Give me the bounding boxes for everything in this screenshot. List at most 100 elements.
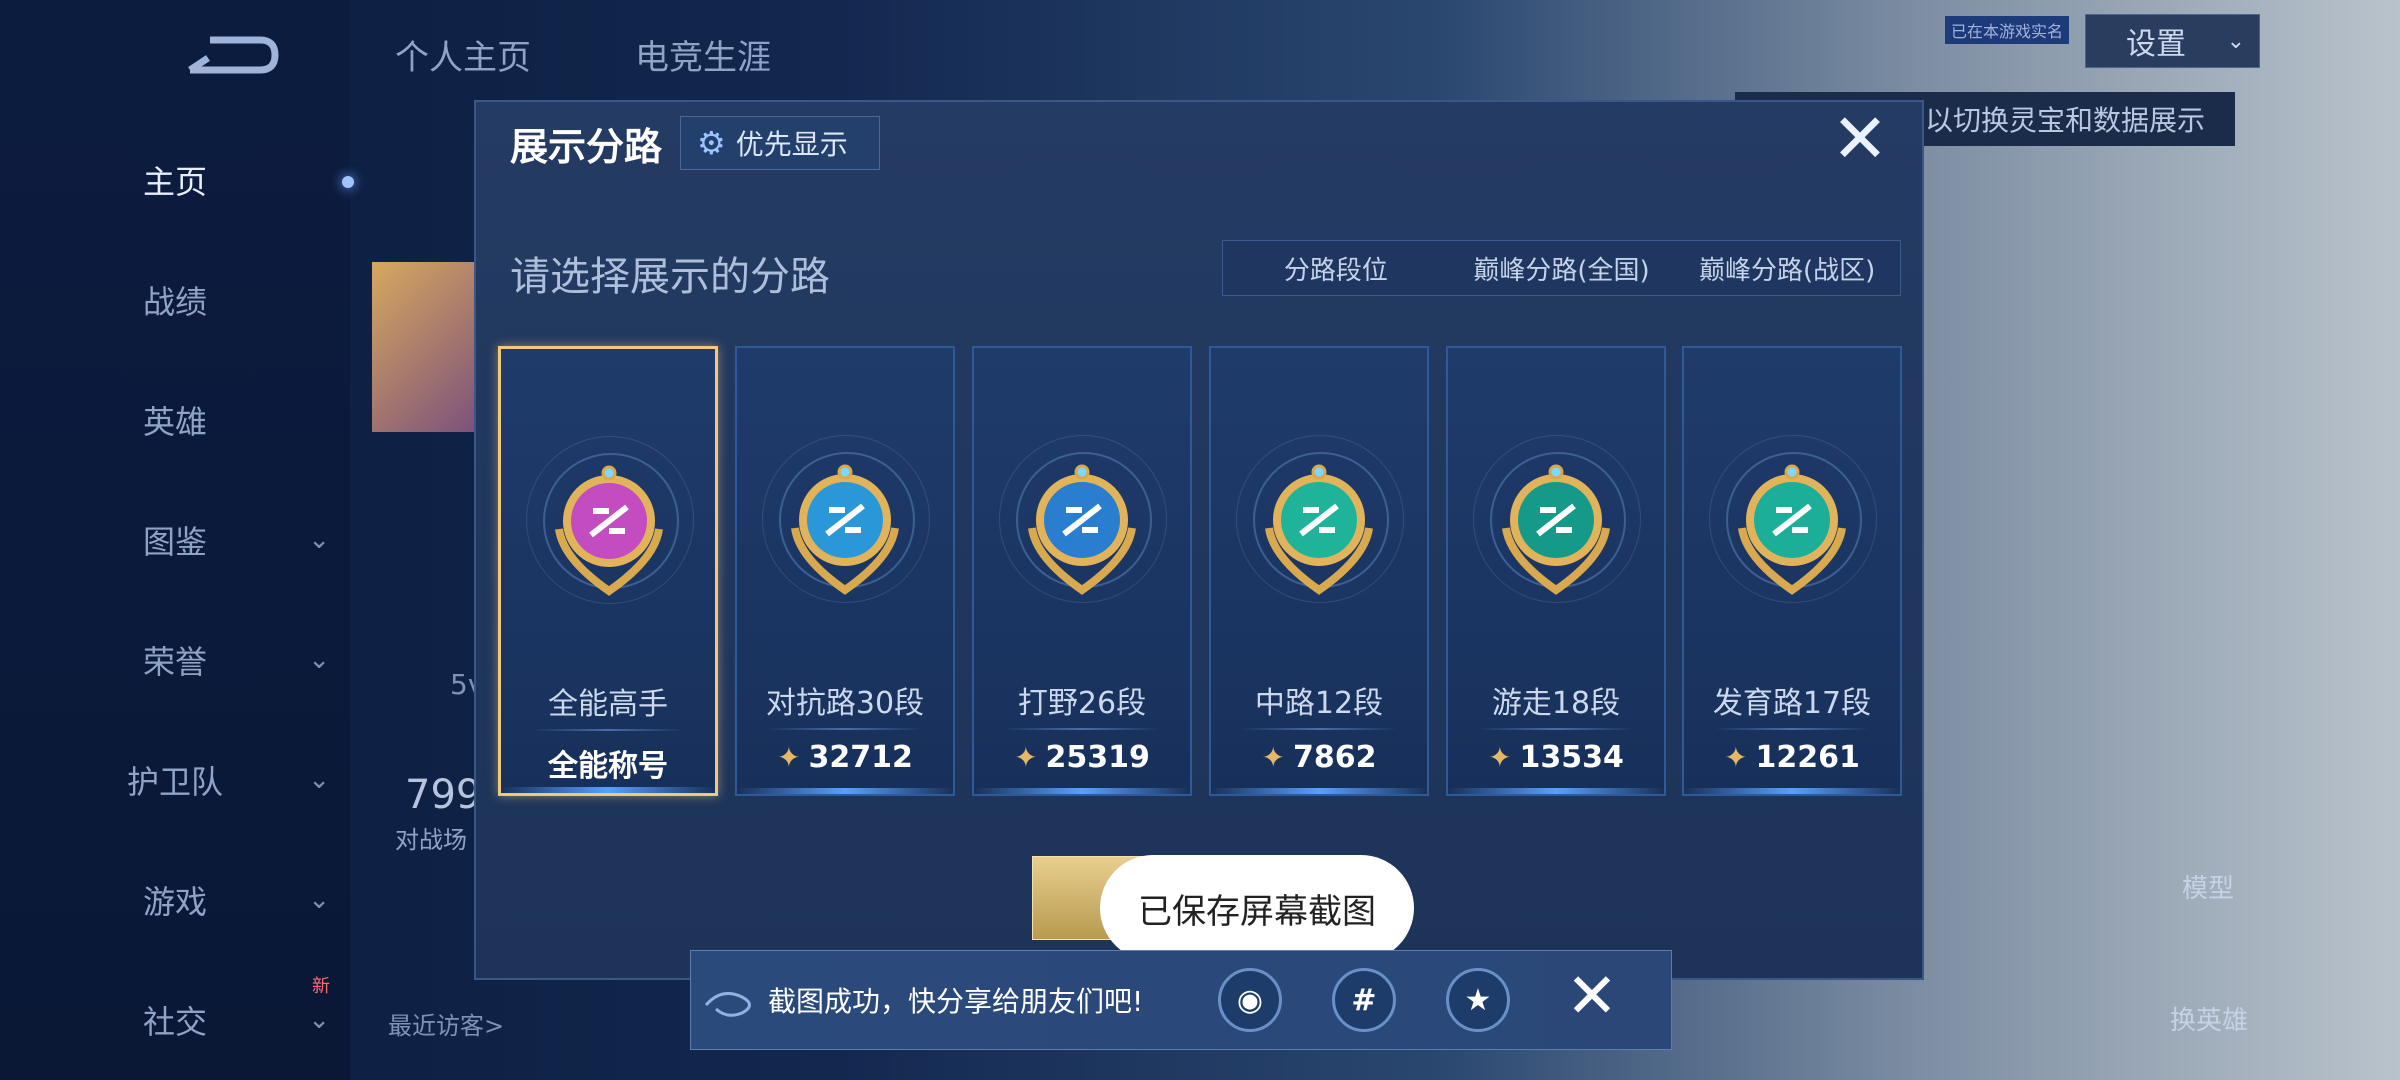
lane-label: 游走18段 [1491,686,1621,721]
priority-display-button[interactable]: ⚙ 优先显示 [680,116,880,170]
tab-personal[interactable]: 个人主页 [395,30,531,79]
score-value: 13534 [1519,740,1624,775]
sidebar-item-label: 战绩 [142,283,207,321]
lane-tabs: 分路段位 巅峰分路(全国) 巅峰分路(战区) [1222,240,1901,296]
qq-icon[interactable]: ◉ [1218,968,1282,1032]
score-value: 7862 [1292,740,1377,775]
divider [1714,728,1870,730]
wechat-moments-icon[interactable]: # [1332,968,1396,1032]
card-glow [974,788,1190,794]
sidebar-item-label: 荣誉 [142,643,207,681]
card-glow [1684,788,1900,794]
score-value: 12261 [1755,740,1860,775]
divider [1004,728,1160,730]
back-arrow-icon[interactable] [180,30,280,80]
rank-badge-icon [791,464,899,595]
gear-icon: ⚙ [697,124,726,162]
lane-label: 全能高手 [548,687,668,722]
lane-card[interactable]: 游走18段 ✦ 13534 [1446,346,1666,796]
share-text: 截图成功，快分享给朋友们吧! [768,985,1144,1018]
modal-title: 展示分路 [510,125,663,169]
sidebar-item-1[interactable]: 战绩 [0,265,350,335]
sidebar-item-5[interactable]: 护卫队 ⌄ [0,745,350,815]
card-glow [501,787,715,793]
new-badge: 新 [312,976,330,997]
sidebar-item-3[interactable]: 图鉴 ⌄ [0,505,350,575]
score-value: 32712 [808,740,913,775]
score-value: 全能称号 [548,749,668,784]
lane-score: ✦ 32712 [737,740,953,775]
realname-tag: 已在本游戏实名 [1945,16,2070,44]
sidebar-item-label: 主页 [142,163,207,201]
sidebar-item-4[interactable]: 荣誉 ⌄ [0,625,350,695]
hint-text: 以切换灵宝和数据展示 [1925,104,2206,137]
lane-card[interactable]: 打野26段 ✦ 25319 [972,346,1192,796]
chevron-down-icon: ⌄ [308,525,330,555]
swirl-icon [702,985,762,1019]
divider [531,729,685,731]
sidebar-item-label: 游戏 [142,883,207,921]
lane-card[interactable]: 发育路17段 ✦ 12261 [1682,346,1902,796]
divider [767,728,923,730]
model-button[interactable]: 模型 [2182,868,2234,905]
screenshot-toast: 已保存屏幕截图 [1100,855,1414,961]
sidebar-item-label: 护卫队 [126,763,223,801]
change-hero-button[interactable]: 换英雄 [2170,1000,2248,1037]
share-close-icon[interactable]: ✕ [1562,965,1622,1027]
rank-badge-icon [1738,464,1846,595]
rank-star-icon: ✦ [1488,741,1512,774]
stat-label: 对战场 [395,826,467,854]
rank-badge-icon [1502,464,1610,595]
lane-card[interactable]: 中路12段 ✦ 7862 [1209,346,1429,796]
lane-label: 对抗路30段 [765,686,925,721]
sidebar-item-label: 图鉴 [142,523,207,561]
nav-active-indicator [342,176,354,188]
priority-display-label: 优先显示 [735,128,848,161]
sidebar-item-label: 社交 [142,1003,207,1041]
sidebar-item-0[interactable]: 主页 [0,145,350,215]
settings-dropdown[interactable]: 设置 ⌄ [2085,14,2260,68]
lane-label: 中路12段 [1254,686,1384,721]
qzone-icon[interactable]: ★ [1446,968,1510,1032]
sidebar-item-2[interactable]: 英雄 [0,385,350,455]
lane-score: 全能称号 [501,741,715,785]
lane-score: ✦ 7862 [1211,740,1427,775]
avatar[interactable] [372,262,482,432]
chevron-down-icon: ⌄ [308,765,330,795]
sidebar-item-7[interactable]: 社交 ⌄ [0,985,350,1055]
stat-value: 799 [405,772,482,818]
toast-text: 已保存屏幕截图 [1138,891,1376,932]
lane-card[interactable]: 对抗路30段 ✦ 32712 [735,346,955,796]
rank-badge-icon [555,465,663,596]
tab-peak-national[interactable]: 巅峰分路(全国) [1449,241,1675,295]
card-glow [737,788,953,794]
rank-star-icon: ✦ [1724,741,1748,774]
lane-label: 发育路17段 [1712,686,1872,721]
tab-lane-rank[interactable]: 分路段位 [1223,241,1449,295]
sidebar-item-label: 英雄 [142,403,207,441]
rank-star-icon: ✦ [777,741,801,774]
settings-label: 设置 [2126,27,2186,62]
close-icon[interactable]: ✕ [1830,106,1890,174]
lane-label: 打野26段 [1017,686,1147,721]
score-value: 25319 [1045,740,1150,775]
tab-career[interactable]: 电竞生涯 [635,30,771,79]
lane-score: ✦ 12261 [1684,740,1900,775]
rank-star-icon: ✦ [1014,741,1038,774]
divider [1478,728,1634,730]
lane-card[interactable]: 全能高手 全能称号 [498,346,718,796]
recent-visitors-link[interactable]: 最近访客> [388,1006,504,1041]
chevron-down-icon: ⌄ [308,645,330,675]
chevron-down-icon: ⌄ [308,885,330,915]
lane-score: ✦ 25319 [974,740,1190,775]
sidebar-item-6[interactable]: 游戏 ⌄ [0,865,350,935]
rank-badge-icon [1028,464,1136,595]
divider [1241,728,1397,730]
card-glow [1211,788,1427,794]
chevron-down-icon: ⌄ [308,1005,330,1035]
chevron-down-icon: ⌄ [2226,28,2245,54]
rank-badge-icon [1265,464,1373,595]
rank-star-icon: ✦ [1261,741,1285,774]
tab-peak-region[interactable]: 巅峰分路(战区) [1674,241,1900,295]
card-glow [1448,788,1664,794]
